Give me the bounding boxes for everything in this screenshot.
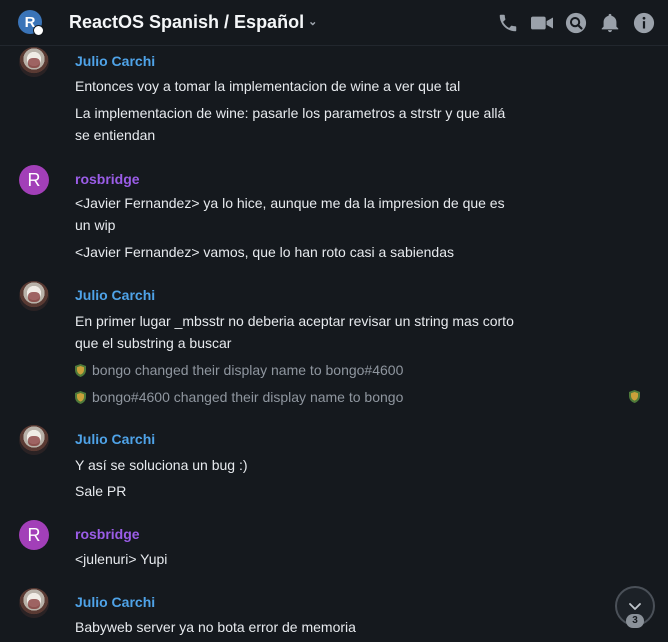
- avatar[interactable]: [19, 281, 49, 311]
- shield-icon: [75, 363, 86, 377]
- avatar[interactable]: [19, 47, 49, 77]
- video-icon[interactable]: [530, 12, 554, 34]
- avatar[interactable]: [19, 425, 49, 455]
- message-body: La implementacion de wine: pasarle los p…: [75, 105, 506, 143]
- room-name: ReactOS Spanish / Español: [69, 12, 305, 32]
- chevron-down-icon: [629, 603, 641, 610]
- sender-name[interactable]: Julio Carchi: [75, 287, 155, 303]
- sender-name[interactable]: Julio Carchi: [75, 594, 155, 610]
- room-title[interactable]: ReactOS Spanish / Español ⌄: [69, 12, 317, 33]
- message-body: Babyweb server ya no bota error de memor…: [75, 619, 356, 635]
- avatar[interactable]: R: [19, 520, 49, 550]
- shield-icon: [75, 390, 86, 404]
- sender-name[interactable]: Julio Carchi: [75, 53, 155, 69]
- event-text: bongo#4600 changed their display name to…: [92, 389, 404, 405]
- room-avatar-badge: [33, 25, 44, 36]
- message-body: <Javier Fernandez> ya lo hice, aunque me…: [75, 195, 505, 233]
- info-icon[interactable]: [633, 12, 655, 34]
- search-icon[interactable]: [565, 12, 587, 34]
- phone-icon[interactable]: [497, 12, 519, 34]
- avatar-initial: R: [27, 524, 41, 545]
- unread-count-badge: 3: [626, 614, 644, 628]
- sender-name[interactable]: rosbridge: [75, 526, 140, 542]
- message-body: En primer lugar _mbsstr no deberia acept…: [75, 313, 514, 351]
- message-body: Entonces voy a tomar la implementacion d…: [75, 78, 461, 94]
- room-header: R ReactOS Spanish / Español ⌄: [0, 0, 668, 46]
- event-text: bongo changed their display name to bong…: [92, 362, 404, 378]
- sender-name[interactable]: rosbridge: [75, 171, 140, 187]
- message-body: Sale PR: [75, 483, 127, 499]
- message-body: <Javier Fernandez> vamos, que lo han rot…: [75, 244, 455, 260]
- avatar-initial: R: [27, 169, 41, 190]
- read-receipt-avatar[interactable]: [629, 390, 640, 403]
- chevron-down-icon: ⌄: [308, 16, 318, 28]
- avatar[interactable]: R: [19, 165, 49, 195]
- message-body: Y así se soluciona un bug :): [75, 457, 248, 473]
- state-event: bongo changed their display name to bong…: [75, 362, 403, 378]
- bell-icon[interactable]: [599, 12, 621, 34]
- message-body: <julenuri> Yupi: [75, 551, 168, 567]
- sender-name[interactable]: Julio Carchi: [75, 431, 155, 447]
- state-event: bongo#4600 changed their display name to…: [75, 389, 403, 405]
- avatar[interactable]: [19, 588, 49, 618]
- room-avatar[interactable]: R: [18, 10, 44, 36]
